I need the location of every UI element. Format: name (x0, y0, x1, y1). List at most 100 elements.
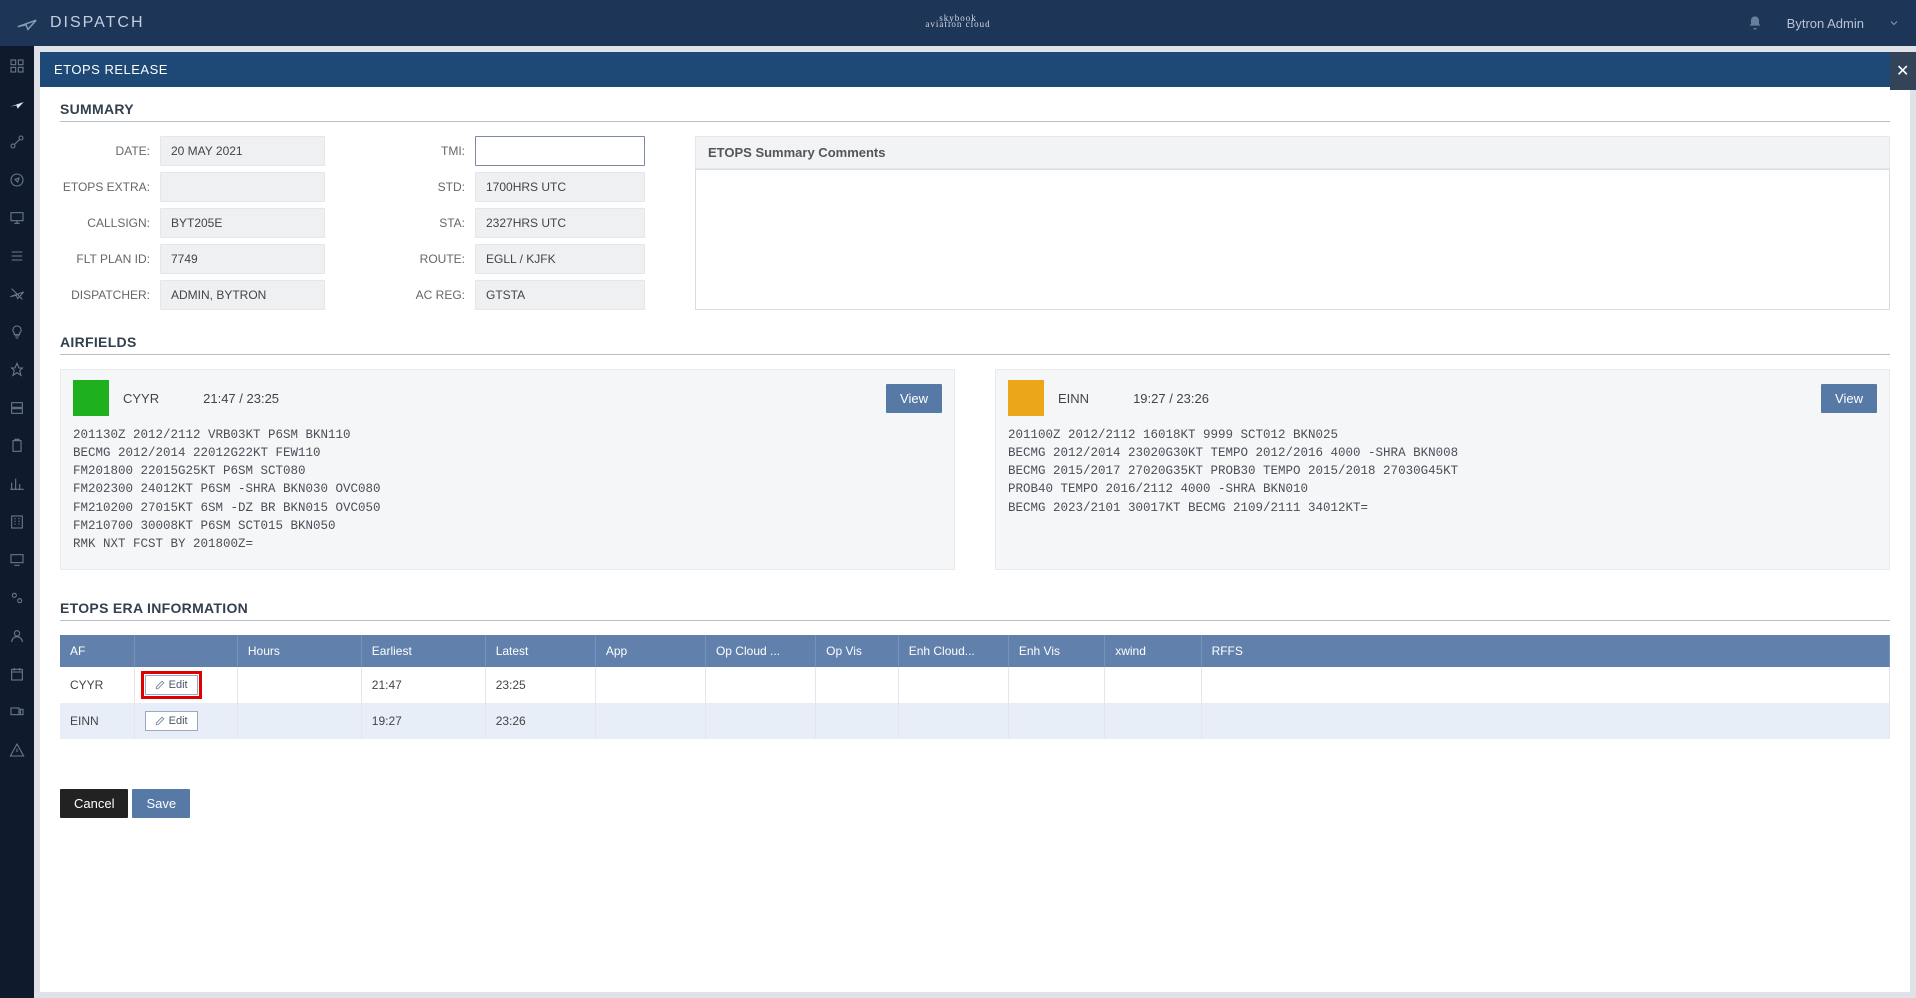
table-header: RFFS (1201, 635, 1889, 667)
label-std: STD: (438, 172, 465, 202)
value-std: 1700HRS UTC (475, 172, 645, 202)
nav-chart-icon[interactable] (7, 474, 27, 494)
table-header: Hours (237, 635, 361, 667)
table-header: Latest (485, 635, 595, 667)
chevron-down-icon[interactable] (1888, 17, 1900, 29)
user-name[interactable]: Bytron Admin (1787, 16, 1864, 31)
cell-hours (237, 667, 361, 703)
section-summary: SUMMARY (60, 101, 1890, 122)
airfield-card: CYYR 21:47 / 23:25 View 201130Z 2012/211… (60, 369, 955, 570)
table-header: Earliest (361, 635, 485, 667)
top-bar: DISPATCH skybook aviation cloud Bytron A… (0, 0, 1916, 46)
airfield-time: 19:27 / 23:26 (1133, 391, 1209, 406)
nav-plane-icon[interactable] (7, 94, 27, 114)
nav-warning-icon[interactable] (7, 740, 27, 760)
cell-latest: 23:25 (485, 667, 595, 703)
brand-logo: skybook aviation cloud (925, 17, 990, 29)
airfield-code: CYYR (123, 391, 159, 406)
view-button[interactable]: View (1821, 384, 1877, 413)
cell-latest: 23:26 (485, 703, 595, 739)
era-table: AFHoursEarliestLatestAppOp Cloud ...Op V… (60, 635, 1890, 739)
close-icon[interactable]: ✕ (1890, 52, 1916, 90)
nav-plane-off-icon[interactable] (7, 284, 27, 304)
label-flt-plan-id: FLT PLAN ID: (76, 244, 150, 274)
cell-rffs (1201, 667, 1889, 703)
label-date: DATE: (116, 136, 150, 166)
airfield-code: EINN (1058, 391, 1089, 406)
cell-enhcloud (898, 703, 1008, 739)
cell-earliest: 21:47 (361, 667, 485, 703)
value-date: 20 MAY 2021 (160, 136, 325, 166)
cell-app (595, 667, 705, 703)
cell-enhcloud (898, 667, 1008, 703)
cancel-button[interactable]: Cancel (60, 789, 128, 818)
label-dispatcher: DISPATCHER: (71, 280, 150, 310)
airfield-card: EINN 19:27 / 23:26 View 201100Z 2012/211… (995, 369, 1890, 570)
nav-monitor-icon[interactable] (7, 550, 27, 570)
panel-title: ETOPS RELEASE (54, 62, 168, 77)
nav-compass-icon[interactable] (7, 170, 27, 190)
nav-lightbulb-icon[interactable] (7, 322, 27, 342)
value-flt-plan-id: 7749 (160, 244, 325, 274)
cell-app (595, 703, 705, 739)
airfield-time: 21:47 / 23:25 (203, 391, 279, 406)
table-row: CYYR Edit 21:47 23:25 (60, 667, 1890, 703)
cell-earliest: 19:27 (361, 703, 485, 739)
nav-building-icon[interactable] (7, 512, 27, 532)
table-header: Enh Vis (1008, 635, 1104, 667)
value-route: EGLL / KJFK (475, 244, 645, 274)
cell-opcloud (705, 703, 815, 739)
cell-xwind (1105, 667, 1201, 703)
cell-opcloud (705, 667, 815, 703)
taf-text: 201100Z 2012/2112 16018KT 9999 SCT012 BK… (1008, 426, 1877, 517)
nav-server-icon[interactable] (7, 398, 27, 418)
label-etops-extra: ETOPS EXTRA: (63, 172, 150, 202)
cell-enhvis (1008, 667, 1104, 703)
cell-rffs (1201, 703, 1889, 739)
cell-opvis (816, 667, 899, 703)
page-title: DISPATCH (50, 14, 145, 32)
nav-route-icon[interactable] (7, 132, 27, 152)
tmi-input[interactable] (475, 136, 645, 166)
nav-calendar-icon[interactable] (7, 664, 27, 684)
cell-af: EINN (60, 703, 134, 739)
edit-button[interactable]: Edit (145, 675, 198, 695)
cell-opvis (816, 703, 899, 739)
section-era: ETOPS ERA INFORMATION (60, 600, 1890, 621)
edit-button[interactable]: Edit (145, 711, 198, 731)
bell-icon[interactable] (1747, 15, 1763, 31)
cell-xwind (1105, 703, 1201, 739)
table-header: Op Cloud ... (705, 635, 815, 667)
nav-user-icon[interactable] (7, 626, 27, 646)
save-button[interactable]: Save (132, 789, 190, 818)
nav-presentation-icon[interactable] (7, 208, 27, 228)
section-airfields: AIRFIELDS (60, 334, 1890, 355)
label-sta: STA: (439, 208, 465, 238)
table-header: Op Vis (816, 635, 899, 667)
value-sta: 2327HRS UTC (475, 208, 645, 238)
label-callsign: CALLSIGN: (87, 208, 150, 238)
nav-gears-icon[interactable] (7, 588, 27, 608)
nav-list-icon[interactable] (7, 246, 27, 266)
value-etops-extra (160, 172, 325, 202)
value-dispatcher: ADMIN, BYTRON (160, 280, 325, 310)
status-swatch (1008, 380, 1044, 416)
nav-devices-icon[interactable] (7, 702, 27, 722)
status-swatch (73, 380, 109, 416)
value-ac-reg: GTSTA (475, 280, 645, 310)
table-header (134, 635, 237, 667)
taf-text: 201130Z 2012/2112 VRB03KT P6SM BKN110 BE… (73, 426, 942, 553)
label-route: ROUTE: (420, 244, 465, 274)
label-ac-reg: AC REG: (416, 280, 465, 310)
panel-header: ETOPS RELEASE ✕ (40, 52, 1910, 87)
comments-label: ETOPS Summary Comments (695, 136, 1890, 169)
comments-textarea[interactable] (695, 169, 1890, 310)
plane-icon (16, 12, 38, 34)
nav-grid-icon[interactable] (7, 56, 27, 76)
nav-pin-icon[interactable] (7, 360, 27, 380)
side-nav (0, 46, 34, 998)
nav-clipboard-icon[interactable] (7, 436, 27, 456)
table-header: App (595, 635, 705, 667)
table-row: EINN Edit 19:27 23:26 (60, 703, 1890, 739)
view-button[interactable]: View (886, 384, 942, 413)
